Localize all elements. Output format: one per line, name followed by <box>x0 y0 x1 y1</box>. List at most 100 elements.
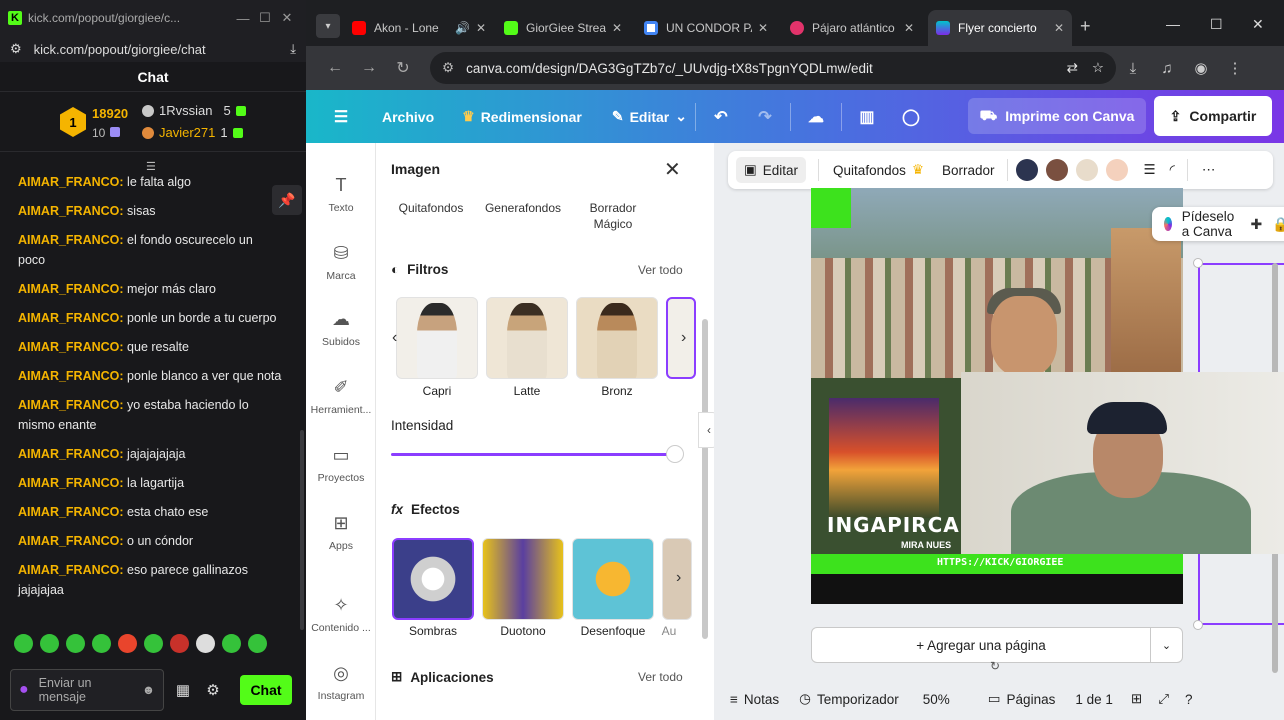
close-tab-icon[interactable]: ✕ <box>612 21 622 35</box>
color-swatch[interactable] <box>1015 159 1038 181</box>
maximize-icon[interactable]: ☐ <box>254 10 276 26</box>
flyer-place-text[interactable]: INGAPIRCA <box>827 513 960 537</box>
filters-see-all[interactable]: Ver todo <box>638 263 683 277</box>
forward-icon[interactable]: → <box>352 59 386 77</box>
effect-thumb-duotone[interactable] <box>482 538 564 620</box>
close-icon[interactable]: ✕ <box>1252 16 1264 33</box>
rail-text[interactable]: T Texto <box>306 175 376 214</box>
emote-icon[interactable] <box>118 634 137 653</box>
lock-icon[interactable]: 🔒 <box>1272 216 1284 233</box>
site-settings-icon[interactable]: ⚙ <box>10 41 22 57</box>
tab-giorgiee[interactable]: GiorGiee Stream ✕ <box>496 14 630 42</box>
filter-thumb-latte[interactable] <box>486 297 568 379</box>
color-swatch[interactable] <box>1075 159 1098 181</box>
comment-add-icon[interactable]: ✚ <box>1251 216 1263 233</box>
emote-icon[interactable] <box>248 634 267 653</box>
tool-generate-bg[interactable]: Generafondos <box>480 200 566 216</box>
minimize-icon[interactable]: — <box>232 11 254 26</box>
chevron-right-icon[interactable]: › <box>676 569 681 587</box>
mic-icon[interactable]: ● <box>19 681 29 699</box>
emoji-icon[interactable]: ☻ <box>142 683 155 697</box>
emote-icon[interactable] <box>40 634 59 653</box>
chevron-right-icon[interactable]: › <box>681 329 686 347</box>
color-swatch[interactable] <box>1105 159 1128 181</box>
chevron-left-icon[interactable]: ‹ <box>392 329 397 347</box>
rail-uploads[interactable]: ☁ Subidos <box>306 309 376 348</box>
corner-rounding-icon[interactable]: ◜ <box>1170 162 1175 178</box>
emote-icon[interactable] <box>92 634 111 653</box>
add-page-button[interactable]: + Agregar una página <box>812 638 1150 653</box>
hamburger-icon[interactable]: ☰ <box>324 100 358 134</box>
effect-thumb-shadows[interactable] <box>392 538 474 620</box>
chat-username[interactable]: AIMAR_FRANCO: <box>18 398 124 412</box>
close-tab-icon[interactable]: ✕ <box>904 21 914 35</box>
apps-see-all[interactable]: Ver todo <box>638 670 683 684</box>
emote-icon[interactable] <box>144 634 163 653</box>
filter-thumb-bronz[interactable] <box>576 297 658 379</box>
resize-handle[interactable] <box>1193 258 1203 268</box>
store-icon[interactable]: ▦ <box>172 681 194 699</box>
chat-username[interactable]: AIMAR_FRANCO: <box>18 476 124 490</box>
grid-view-icon[interactable]: ⊞ <box>1131 691 1142 707</box>
cloud-save-icon[interactable]: ☁ <box>799 100 833 134</box>
panel-scrollbar[interactable] <box>702 319 708 639</box>
url-field[interactable]: ⚙ canva.com/design/DAG3GgTZb7c/_UUvdjg-t… <box>430 52 1116 84</box>
close-icon[interactable]: ✕ <box>664 157 681 182</box>
reload-icon[interactable]: ↻ <box>386 58 420 78</box>
chat-username[interactable]: AIMAR_FRANCO: <box>18 447 124 461</box>
fullscreen-icon[interactable]: ⤢ <box>1158 691 1169 707</box>
tab-akon[interactable]: Akon - Lone 🔊 ✕ <box>344 14 494 42</box>
tool-remove-bg[interactable]: Quitafondos <box>396 200 466 216</box>
undo-icon[interactable]: ↶ <box>704 100 738 134</box>
effect-thumb-blur[interactable] <box>572 538 654 620</box>
translate-icon[interactable]: ⇄ <box>1067 60 1078 76</box>
redo-icon[interactable]: ↷ <box>748 100 782 134</box>
help-icon[interactable]: ? <box>1185 692 1193 707</box>
back-icon[interactable]: ← <box>318 59 352 77</box>
rail-tools[interactable]: ✐ Herramient... <box>306 377 376 416</box>
download-icon[interactable]: ⤓ <box>290 41 296 57</box>
leader-third-row[interactable]: Javier271 1 <box>142 125 243 140</box>
color-swatch[interactable] <box>1045 159 1068 181</box>
print-with-canva-button[interactable]: ⛟ Imprime con Canva <box>968 98 1146 134</box>
chat-input[interactable]: ● Enviar un mensaje ☻ <box>10 669 164 711</box>
maximize-icon[interactable]: ☐ <box>1210 16 1223 33</box>
resize-handle[interactable] <box>1193 620 1203 630</box>
rotate-icon[interactable]: ↻ <box>990 659 1000 673</box>
chat-username[interactable]: AIMAR_FRANCO: <box>18 282 124 296</box>
intensity-slider-track[interactable] <box>391 453 676 456</box>
flyer-link-text[interactable]: HTTPS://KICK/GIORGIEE <box>937 557 1063 568</box>
download-icon[interactable]: ⤓ <box>1116 60 1150 77</box>
emote-icon[interactable] <box>14 634 33 653</box>
kick-url[interactable]: kick.com/popout/giorgiee/chat <box>34 42 291 57</box>
profile-avatar[interactable]: ◉ <box>1184 59 1218 77</box>
emote-icon[interactable] <box>170 634 189 653</box>
remove-bg-button[interactable]: Quitafondos ♛ <box>833 162 924 178</box>
border-style-icon[interactable]: ☰ <box>1144 162 1156 178</box>
chat-username[interactable]: AIMAR_FRANCO: <box>18 369 124 383</box>
pin-icon[interactable]: 📌 <box>272 185 302 215</box>
site-info-icon[interactable]: ⚙ <box>442 60 454 76</box>
rail-apps[interactable]: ⊞ Apps <box>306 513 376 552</box>
chat-username[interactable]: AIMAR_FRANCO: <box>18 340 124 354</box>
notes-button[interactable]: ≡ Notas <box>730 692 779 707</box>
tab-condor[interactable]: UN CONDOR PASA ✕ <box>636 14 776 42</box>
chevron-down-icon[interactable]: ⌄ <box>1150 628 1182 662</box>
insights-icon[interactable]: ▥ <box>850 100 884 134</box>
comment-icon[interactable]: ◯ <box>894 100 928 134</box>
share-button[interactable]: ⇪ Compartir <box>1154 96 1272 136</box>
chat-username[interactable]: AIMAR_FRANCO: <box>18 534 124 548</box>
chat-scrollbar[interactable] <box>300 430 304 630</box>
tool-magic-eraser[interactable]: Borrador Mágico <box>578 200 648 232</box>
pages-button[interactable]: ▭ Páginas <box>988 691 1056 707</box>
zoom-level[interactable]: 50% <box>923 692 950 707</box>
chat-username[interactable]: AIMAR_FRANCO: <box>18 563 124 577</box>
audio-icon[interactable]: 🔊 <box>455 21 470 35</box>
tab-pajaro[interactable]: Pájaro atlántico ✕ <box>782 14 922 42</box>
chat-username[interactable]: AIMAR_FRANCO: <box>18 233 124 247</box>
rail-instagram[interactable]: ◎ Instagram <box>306 663 376 702</box>
emote-icon[interactable] <box>66 634 85 653</box>
filter-thumb-capri[interactable] <box>396 297 478 379</box>
ask-canva-pill[interactable]: Pídeselo a Canva ✚ 🔒 ⧉ 🗑 ⋯ <box>1152 207 1284 241</box>
close-tab-icon[interactable]: ✕ <box>476 21 486 35</box>
